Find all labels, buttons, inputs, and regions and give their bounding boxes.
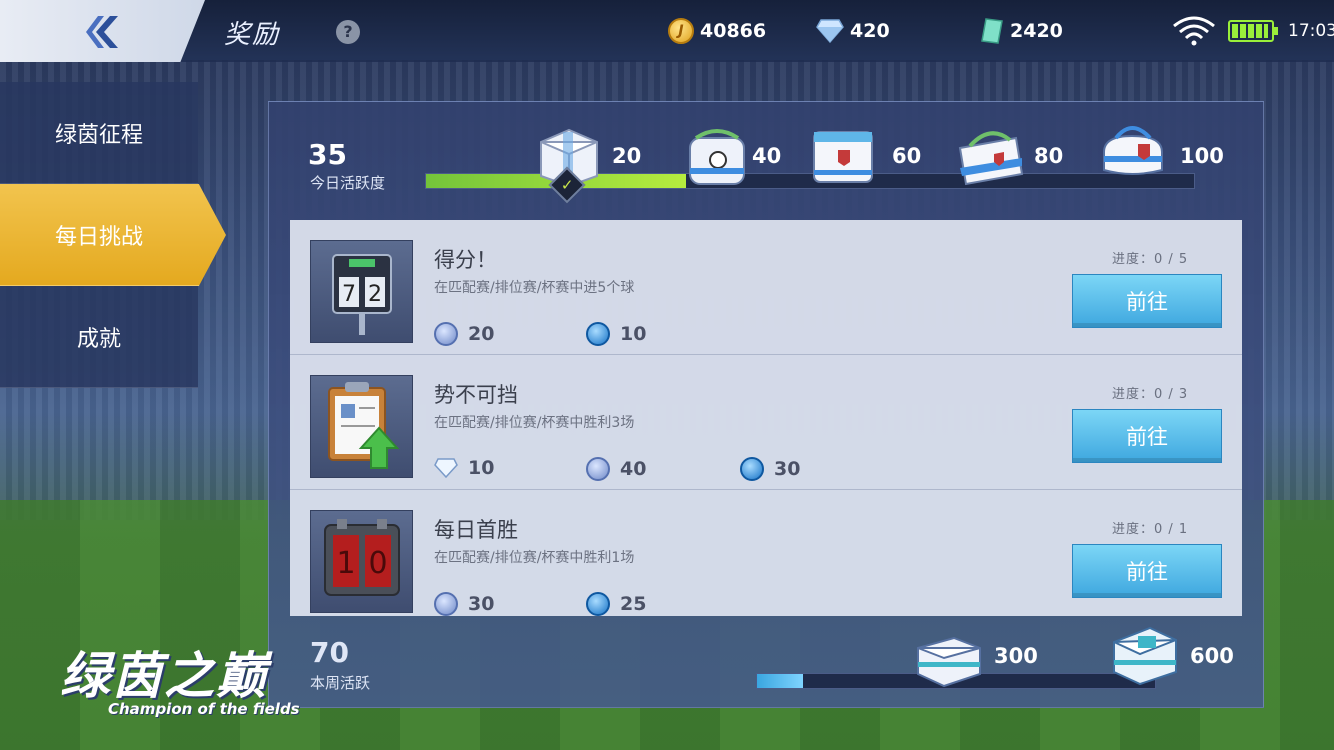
daily-milestone-value: 20 (612, 144, 642, 168)
coin-value: 40866 (700, 20, 767, 42)
exp-icon (586, 457, 610, 481)
coin-balance: J 40866 (668, 16, 766, 46)
ball-icon (586, 592, 610, 616)
diamond-icon (434, 458, 458, 478)
ticket-balance: 2420 (980, 16, 1063, 46)
help-icon[interactable]: ? (336, 20, 360, 44)
wifi-icon (1173, 16, 1215, 46)
task-title: 得分！ (434, 248, 497, 272)
top-bar: 奖励 ? J 40866 420 2420 17:03 (0, 0, 1334, 62)
reward-exp: 30 (434, 592, 494, 616)
weekly-chest-1-icon[interactable] (914, 628, 984, 692)
exp-icon (434, 322, 458, 346)
coin-icon: J (668, 18, 694, 44)
task-description: 在匹配赛/排位赛/杯赛中进5个球 (434, 280, 635, 296)
daily-activity-label: 今日活跃度 (310, 174, 386, 192)
ball-icon (740, 457, 764, 481)
reward-value: 40 (620, 458, 647, 480)
sidebar-item-journey[interactable]: 绿茵征程 (0, 82, 198, 184)
daily-milestone-value: 100 (1180, 144, 1224, 168)
game-logo-cn: 绿茵之巅 (60, 647, 268, 705)
go-button[interactable]: 前往 (1072, 274, 1222, 328)
task-row: 1 0 每日首胜 在匹配赛/排位赛/杯赛中胜利1场 30 25 进度：0 / 1… (290, 490, 1242, 625)
sidebar-item-label: 成就 (76, 326, 121, 352)
diamond-icon (816, 19, 844, 44)
reward-ball: 25 (586, 592, 646, 616)
task-list: 7 2 得分！ 在匹配赛/排位赛/杯赛中进5个球 20 10 进度：0 / 5 … (290, 220, 1242, 616)
svg-text:1: 1 (336, 546, 355, 581)
daily-activity-score: 35 (308, 138, 347, 171)
page-title: 奖励 (224, 20, 281, 50)
sidebar-item-label: 每日挑战 (54, 224, 143, 250)
back-button[interactable] (0, 0, 205, 62)
exp-icon (434, 592, 458, 616)
reward-ball: 10 (586, 322, 646, 346)
daily-chest-4-icon[interactable] (956, 124, 1026, 188)
task-description: 在匹配赛/排位赛/杯赛中胜利1场 (434, 550, 635, 566)
daily-chest-3-icon[interactable] (808, 122, 878, 186)
go-button[interactable]: 前往 (1072, 544, 1222, 598)
ticket-icon (981, 18, 1003, 44)
weekly-milestone-value: 600 (1190, 644, 1234, 668)
diamond-balance: 420 (816, 16, 890, 46)
task-title: 势不可挡 (434, 383, 518, 407)
svg-text:2: 2 (368, 282, 382, 307)
daily-milestone-value: 80 (1034, 144, 1064, 168)
ticket-value: 2420 (1010, 20, 1063, 42)
task-row: 7 2 得分！ 在匹配赛/排位赛/杯赛中进5个球 20 10 进度：0 / 5 … (290, 220, 1242, 355)
weekly-activity-label: 本周活跃 (310, 674, 371, 692)
reward-value: 25 (620, 593, 647, 615)
daily-milestone-value: 60 (892, 144, 922, 168)
reward-diamond: 10 (434, 457, 494, 479)
weekly-activity-score: 70 (310, 636, 349, 669)
task-row: 势不可挡 在匹配赛/排位赛/杯赛中胜利3场 10 40 30 进度：0 / 3 … (290, 355, 1242, 490)
svg-text:0: 0 (368, 546, 387, 581)
reward-exp: 40 (586, 457, 646, 481)
reward-value: 20 (468, 323, 495, 345)
reward-value: 30 (468, 593, 495, 615)
game-logo-en: Champion of the fields (108, 700, 300, 718)
sidebar: 绿茵征程 每日挑战 成就 (0, 62, 226, 388)
weekly-chest-2-icon[interactable] (1110, 622, 1180, 686)
task-progress: 进度：0 / 1 (1112, 522, 1189, 537)
svg-text:7: 7 (342, 282, 356, 307)
clipboard-icon (310, 375, 413, 478)
reward-value: 10 (620, 323, 647, 345)
weekly-progress-fill (757, 674, 803, 688)
sidebar-item-achievements[interactable]: 成就 (0, 286, 198, 388)
reward-exp: 20 (434, 322, 494, 346)
reward-ball: 30 (740, 457, 800, 481)
reward-value: 30 (774, 458, 801, 480)
go-button[interactable]: 前往 (1072, 409, 1222, 463)
status-clock: 17:03 (1288, 21, 1334, 41)
daily-milestone-value: 40 (752, 144, 782, 168)
digital-clock-icon: 1 0 (310, 510, 413, 613)
back-chevron-icon (86, 16, 118, 48)
scoreboard-icon: 7 2 (310, 240, 413, 343)
weekly-milestone-value: 300 (994, 644, 1038, 668)
diamond-value: 420 (850, 20, 890, 42)
task-progress: 进度：0 / 3 (1112, 387, 1189, 402)
ball-icon (586, 322, 610, 346)
sidebar-item-daily-challenge[interactable]: 每日挑战 (0, 184, 226, 286)
task-title: 每日首胜 (434, 518, 518, 542)
battery-icon (1228, 20, 1278, 42)
daily-chest-2-icon[interactable] (682, 124, 752, 188)
daily-chest-5-icon[interactable] (1098, 118, 1168, 182)
task-progress: 进度：0 / 5 (1112, 252, 1189, 267)
reward-value: 10 (468, 457, 495, 479)
sidebar-item-label: 绿茵征程 (54, 122, 143, 148)
task-description: 在匹配赛/排位赛/杯赛中胜利3场 (434, 415, 635, 431)
